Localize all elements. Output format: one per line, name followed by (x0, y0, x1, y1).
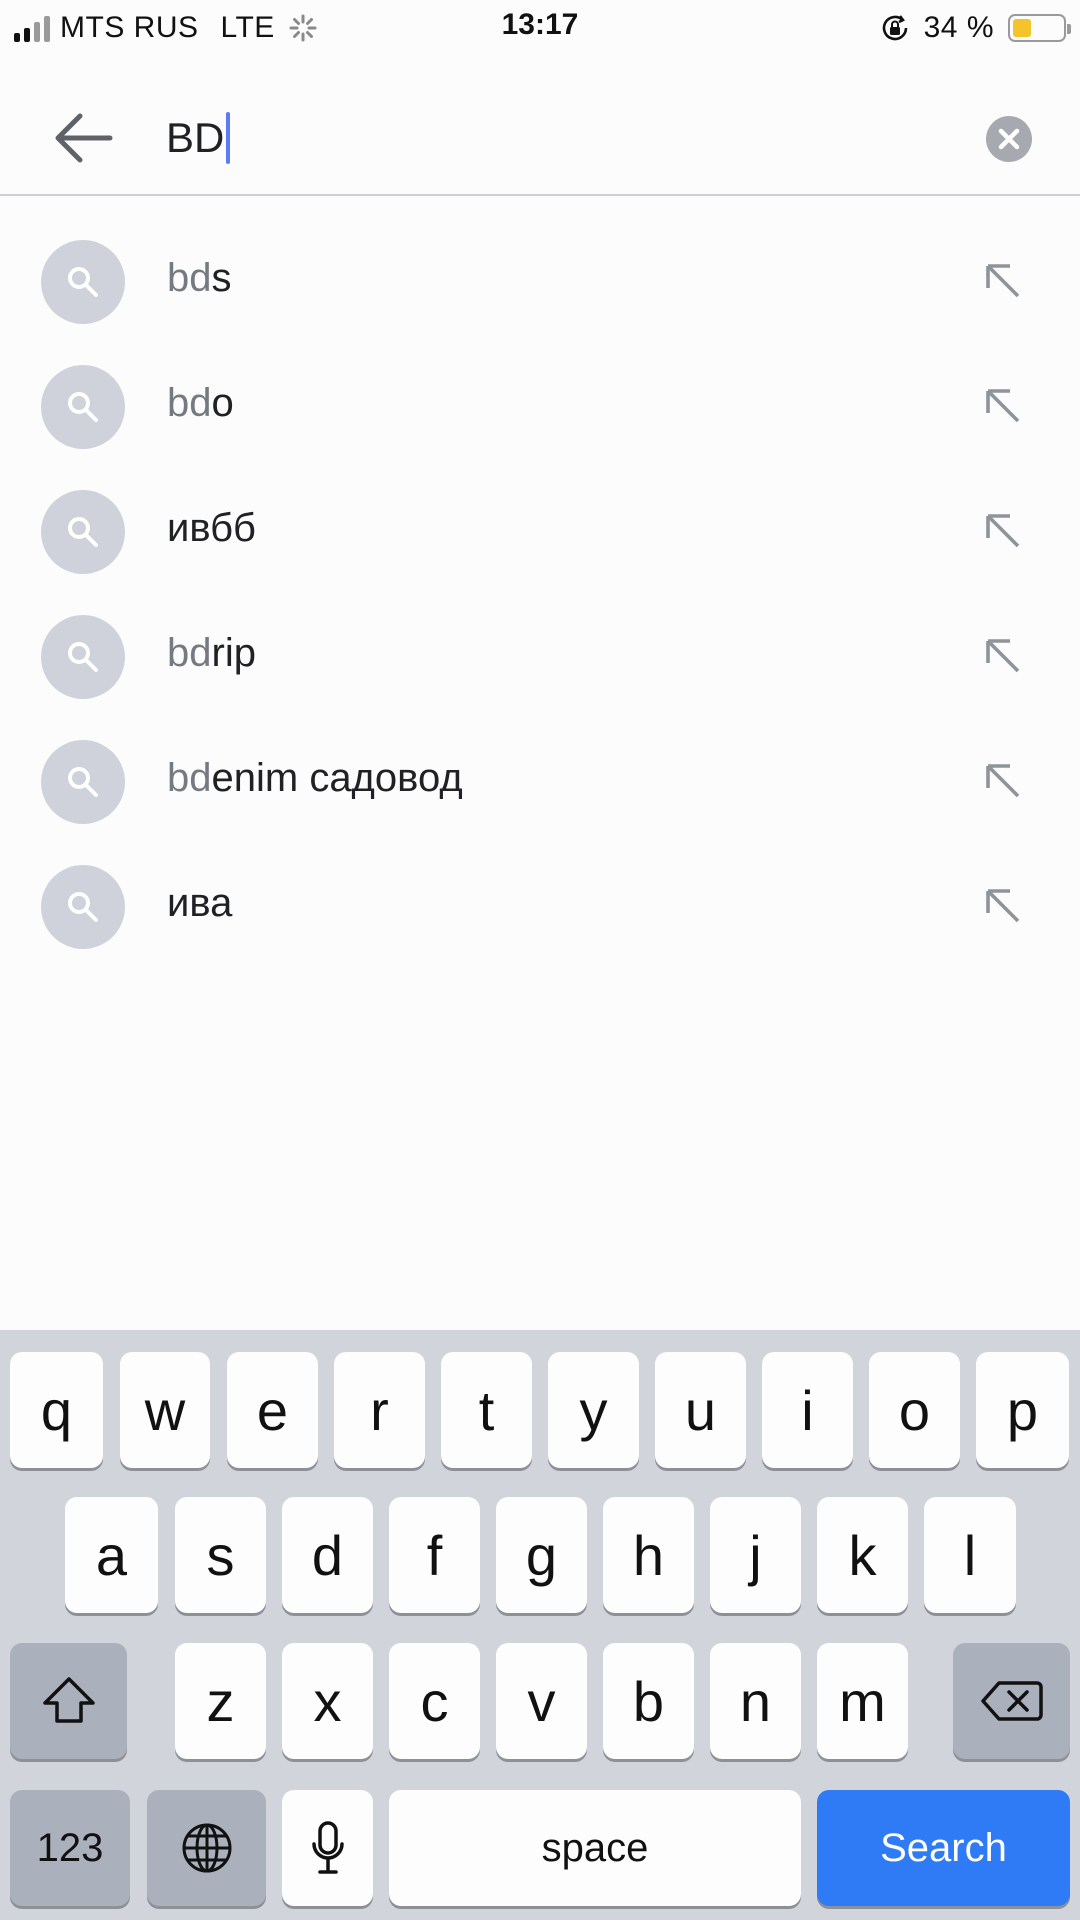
battery-percentage: 34 % (923, 11, 994, 44)
text-caret (226, 112, 231, 164)
globe-icon (182, 1823, 231, 1873)
suggestion-item[interactable]: bds (0, 218, 1080, 343)
key-g[interactable]: g (496, 1497, 587, 1613)
key-z[interactable]: z (175, 1643, 266, 1759)
suggestion-match: bd (167, 631, 212, 675)
key-e[interactable]: e (227, 1352, 318, 1468)
arrow-up-left-icon[interactable] (982, 760, 1022, 800)
battery-fill (1013, 19, 1031, 37)
backspace-icon (980, 1681, 1043, 1721)
search-icon (41, 490, 125, 574)
key-u[interactable]: u (655, 1352, 746, 1468)
keyboard: q w e r t y u i o p a s d f g h j k l z … (0, 1330, 1080, 1920)
key-r[interactable]: r (334, 1352, 425, 1468)
key-c[interactable]: c (389, 1643, 480, 1759)
key-n[interactable]: n (710, 1643, 801, 1759)
globe-key[interactable] (147, 1790, 266, 1906)
search-query: BD (166, 114, 225, 161)
suggestion-rest: ива (167, 881, 233, 925)
search-key-label: Search (880, 1825, 1007, 1870)
search-header: BD (0, 56, 1080, 196)
key-b[interactable]: b (603, 1643, 694, 1759)
key-a[interactable]: a (65, 1497, 158, 1613)
suggestion-rest: o (211, 381, 234, 425)
key-d[interactable]: d (282, 1497, 373, 1613)
search-key[interactable]: Search (817, 1790, 1070, 1906)
key-t[interactable]: t (441, 1352, 532, 1468)
arrow-up-left-icon[interactable] (982, 385, 1022, 425)
suggestion-match: bd (167, 756, 212, 800)
key-q[interactable]: q (10, 1352, 103, 1468)
dictation-key[interactable] (282, 1790, 373, 1906)
suggestion-rest: rip (211, 631, 256, 675)
search-icon (41, 240, 125, 324)
key-l[interactable]: l (924, 1497, 1016, 1613)
suggestion-item[interactable]: ива (0, 843, 1080, 968)
backspace-key[interactable] (953, 1643, 1070, 1759)
suggestion-text: bdo (167, 381, 234, 426)
suggestion-item[interactable]: bdo (0, 343, 1080, 468)
search-icon (41, 740, 125, 824)
shift-key[interactable] (10, 1643, 127, 1759)
key-j[interactable]: j (710, 1497, 801, 1613)
suggestion-item[interactable]: ивбб (0, 468, 1080, 593)
suggestion-text: bdenim садовод (167, 756, 463, 801)
search-icon (41, 865, 125, 949)
arrow-left-icon[interactable] (50, 108, 116, 168)
suggestion-item[interactable]: bdrip (0, 593, 1080, 718)
status-right: 34 % (880, 8, 1071, 48)
suggestion-list: bds bdo ивбб bdrip bdenim садовод ива (0, 218, 1080, 968)
key-k[interactable]: k (817, 1497, 908, 1613)
suggestion-text: bds (167, 256, 232, 301)
suggestion-rest: enim садовод (211, 756, 463, 800)
clear-circle-icon[interactable] (986, 116, 1032, 162)
arrow-up-left-icon[interactable] (982, 260, 1022, 300)
orientation-lock-icon (882, 15, 907, 41)
key-p[interactable]: p (976, 1352, 1069, 1468)
suggestion-rest: s (211, 256, 232, 300)
microphone-icon (311, 1821, 344, 1874)
arrow-up-left-icon[interactable] (982, 635, 1022, 675)
suggestion-rest: ивбб (167, 506, 256, 550)
key-h[interactable]: h (603, 1497, 694, 1613)
key-s[interactable]: s (175, 1497, 266, 1613)
suggestion-text: ивбб (167, 506, 256, 551)
key-i[interactable]: i (762, 1352, 853, 1468)
key-y[interactable]: y (548, 1352, 639, 1468)
key-v[interactable]: v (496, 1643, 587, 1759)
key-o[interactable]: o (869, 1352, 960, 1468)
suggestion-item[interactable]: bdenim садовод (0, 718, 1080, 843)
suggestion-match: bd (167, 256, 212, 300)
numbers-key[interactable]: 123 (10, 1790, 130, 1906)
space-key[interactable]: space (389, 1790, 801, 1906)
key-x[interactable]: x (282, 1643, 373, 1759)
search-input[interactable]: BD (166, 106, 231, 170)
key-w[interactable]: w (120, 1352, 210, 1468)
status-bar: MTS RUS LTE 13:17 34 % (0, 0, 1080, 56)
arrow-up-left-icon[interactable] (982, 510, 1022, 550)
suggestion-text: bdrip (167, 631, 256, 676)
search-icon (41, 365, 125, 449)
arrow-up-left-icon[interactable] (982, 885, 1022, 925)
key-m[interactable]: m (817, 1643, 908, 1759)
shift-icon (42, 1677, 95, 1723)
suggestion-match: bd (167, 381, 212, 425)
battery-icon (1008, 14, 1071, 42)
search-icon (41, 615, 125, 699)
space-key-label: space (541, 1825, 649, 1870)
numbers-key-label: 123 (36, 1825, 104, 1870)
key-f[interactable]: f (389, 1497, 480, 1613)
suggestion-text: ива (167, 881, 232, 926)
